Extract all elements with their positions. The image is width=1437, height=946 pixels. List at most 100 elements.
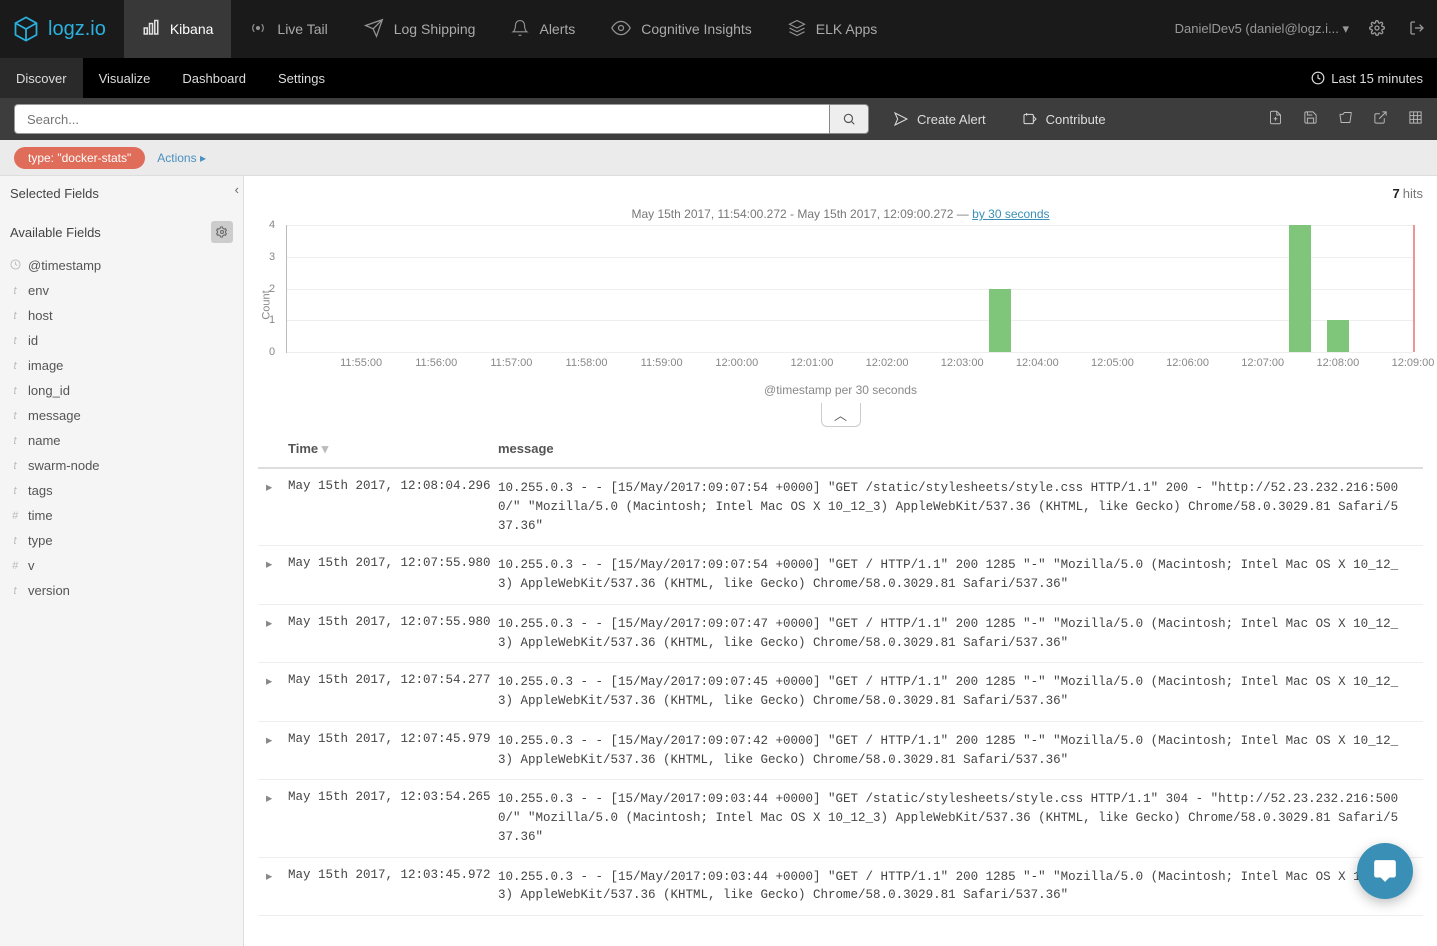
eye-icon (611, 18, 631, 41)
field-tags[interactable]: ttags (0, 478, 243, 503)
cell-time: May 15th 2017, 12:07:55.980 (288, 556, 498, 594)
expand-row[interactable]: ▸ (266, 479, 288, 535)
search-icon (842, 112, 856, 126)
field-host[interactable]: thost (0, 303, 243, 328)
histogram-caption: May 15th 2017, 11:54:00.272 - May 15th 2… (258, 207, 1423, 221)
hits-count: 7 hits (258, 186, 1423, 201)
interval-link[interactable]: by 30 seconds (972, 207, 1049, 221)
field-type[interactable]: ttype (0, 528, 243, 553)
field-id[interactable]: tid (0, 328, 243, 353)
time-picker[interactable]: Last 15 minutes (1297, 71, 1437, 86)
contribute-button[interactable]: Contribute (1010, 111, 1118, 127)
main-layout: ‹ Selected Fields Available Fields @time… (0, 176, 1437, 946)
cell-time: May 15th 2017, 12:07:54.277 (288, 673, 498, 711)
open-icon[interactable] (1338, 110, 1353, 128)
filter-pill[interactable]: type: "docker-stats" (14, 147, 145, 169)
cell-time: May 15th 2017, 12:07:55.980 (288, 615, 498, 653)
cell-message: 10.255.0.3 - - [15/May/2017:09:07:42 +00… (498, 732, 1403, 770)
contribute-icon (1022, 111, 1038, 127)
expand-row[interactable]: ▸ (266, 790, 288, 846)
field-type-icon: t (10, 460, 20, 472)
expand-row[interactable]: ▸ (266, 868, 288, 906)
fields-settings-button[interactable] (211, 221, 233, 243)
field-type-icon: # (10, 510, 20, 522)
field-timestamp[interactable]: @timestamp (0, 253, 243, 278)
expand-row[interactable]: ▸ (266, 556, 288, 594)
cell-time: May 15th 2017, 12:03:45.972 (288, 868, 498, 906)
col-time-header[interactable]: Time ▾ (288, 441, 498, 457)
new-icon[interactable] (1268, 110, 1283, 128)
field-type-icon: t (10, 285, 20, 297)
table-row: ▸May 15th 2017, 12:08:04.29610.255.0.3 -… (258, 469, 1423, 546)
nav-alerts[interactable]: Alerts (493, 0, 593, 58)
cell-message: 10.255.0.3 - - [15/May/2017:09:07:47 +00… (498, 615, 1403, 653)
field-name[interactable]: tname (0, 428, 243, 453)
table-row: ▸May 15th 2017, 12:07:54.27710.255.0.3 -… (258, 663, 1423, 722)
histogram-bar[interactable] (989, 289, 1011, 353)
brand-logo[interactable]: logz.io (0, 15, 124, 43)
table-row: ▸May 15th 2017, 12:03:45.97210.255.0.3 -… (258, 858, 1423, 917)
expand-row[interactable]: ▸ (266, 615, 288, 653)
field-type-icon: t (10, 485, 20, 497)
field-env[interactable]: tenv (0, 278, 243, 303)
nav-elk-apps[interactable]: ELK Apps (770, 0, 896, 58)
field-type-icon: # (10, 560, 20, 572)
bars-icon (142, 19, 160, 40)
histogram-bar[interactable] (1289, 225, 1311, 352)
logout-icon[interactable] (1397, 20, 1437, 39)
plane-icon (364, 18, 384, 41)
grid-icon[interactable] (1408, 110, 1423, 128)
field-image[interactable]: timage (0, 353, 243, 378)
settings-icon[interactable] (1357, 20, 1397, 39)
create-alert-button[interactable]: Create Alert (881, 111, 998, 127)
nav-kibana[interactable]: Kibana (124, 0, 232, 58)
save-icon[interactable] (1303, 110, 1318, 128)
share-icon[interactable] (1373, 110, 1388, 128)
cell-message: 10.255.0.3 - - [15/May/2017:09:07:45 +00… (498, 673, 1403, 711)
sort-desc-icon: ▾ (322, 441, 329, 456)
tab-discover[interactable]: Discover (0, 58, 83, 98)
expand-row[interactable]: ▸ (266, 732, 288, 770)
field-type-icon: t (10, 585, 20, 597)
table-row: ▸May 15th 2017, 12:07:55.98010.255.0.3 -… (258, 605, 1423, 664)
expand-row[interactable]: ▸ (266, 673, 288, 711)
histogram-bar[interactable] (1327, 320, 1349, 352)
field-type-icon: t (10, 535, 20, 547)
sidebar-collapse[interactable]: ‹ (235, 182, 239, 197)
field-type-icon: t (10, 385, 20, 397)
field-long_id[interactable]: tlong_id (0, 378, 243, 403)
user-menu[interactable]: DanielDev5 (daniel@logz.i... ▾ (1167, 21, 1357, 37)
field-swarm-node[interactable]: tswarm-node (0, 453, 243, 478)
discover-content: 7 hits May 15th 2017, 11:54:00.272 - May… (244, 176, 1437, 946)
col-message-header[interactable]: message (498, 441, 554, 457)
field-type-icon: t (10, 335, 20, 347)
nav-cognitive-insights[interactable]: Cognitive Insights (593, 0, 770, 58)
table-row: ▸May 15th 2017, 12:07:55.98010.255.0.3 -… (258, 546, 1423, 605)
stack-icon (788, 19, 806, 40)
chevron-down-icon: ▾ (1342, 21, 1349, 36)
tab-settings[interactable]: Settings (262, 58, 341, 98)
nav-live-tail[interactable]: Live Tail (231, 0, 345, 58)
histogram-chart[interactable]: Count 01234 11:55:0011:56:0011:57:0011:5… (258, 225, 1423, 385)
fields-sidebar: ‹ Selected Fields Available Fields @time… (0, 176, 244, 946)
search-button[interactable] (829, 104, 869, 134)
cell-time: May 15th 2017, 12:08:04.296 (288, 479, 498, 535)
field-type-icon: t (10, 360, 20, 372)
filter-actions[interactable]: Actions ▸ (157, 151, 206, 165)
field-message[interactable]: tmessage (0, 403, 243, 428)
collapse-histogram[interactable]: ︿ (821, 403, 861, 427)
chevron-up-icon: ︿ (834, 408, 847, 423)
field-time[interactable]: #time (0, 503, 243, 528)
search-input[interactable] (14, 104, 829, 134)
field-version[interactable]: tversion (0, 578, 243, 603)
chat-launcher[interactable] (1357, 843, 1413, 899)
selected-fields-header: Selected Fields (10, 186, 99, 201)
bell-icon (511, 19, 529, 40)
gear-icon (216, 226, 228, 238)
nav-log-shipping[interactable]: Log Shipping (346, 0, 494, 58)
tab-visualize[interactable]: Visualize (83, 58, 167, 98)
logz-icon (12, 15, 40, 43)
field-v[interactable]: #v (0, 553, 243, 578)
table-header: Time ▾ message (258, 433, 1423, 469)
tab-dashboard[interactable]: Dashboard (166, 58, 262, 98)
